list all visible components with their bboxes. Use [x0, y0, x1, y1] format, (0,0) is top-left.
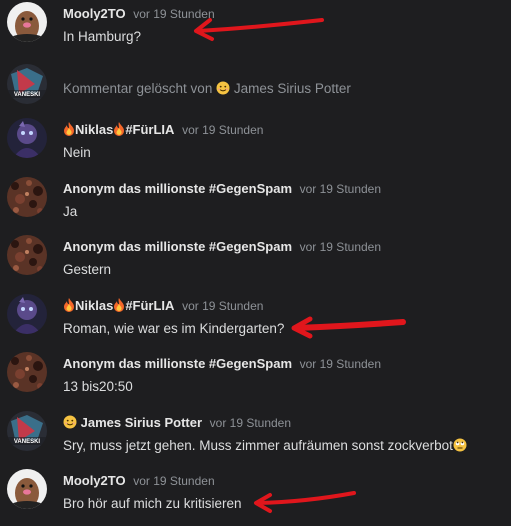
comment-author[interactable]: Anonym das millionste #GegenSpam — [63, 239, 292, 254]
comment-item: Anonym das millionste #GegenSpam vor 19 … — [0, 175, 511, 231]
comment-header: Anonym das millionste #GegenSpam vor 19 … — [63, 180, 381, 198]
comment-item: Anonym das millionste #GegenSpam vor 19 … — [0, 350, 511, 406]
comment-header: Mooly2TO vor 19 Stunden — [63, 472, 215, 490]
comment-timestamp: vor 19 Stunden — [182, 299, 264, 313]
comment-author[interactable]: Anonym das millionste #GegenSpam — [63, 181, 292, 196]
comment-text: 13 bis20:50 — [63, 379, 133, 394]
comment-header: Niklas #FürLIA vor 19 Stunden — [63, 297, 263, 317]
avatar-label: VANESKI — [14, 439, 41, 445]
comment-item: Anonym das millionste #GegenSpam vor 19 … — [0, 233, 511, 289]
comment-text: Ja — [63, 204, 78, 219]
comment-header: James Sirius Potter vor 19 Stunden — [63, 414, 291, 434]
avatar-vaneski[interactable]: VANESKI — [7, 64, 47, 104]
comment-timestamp: vor 19 Stunden — [133, 7, 215, 21]
comment-item-deleted: VANESKI Kommentar gelöscht von James Sir… — [0, 62, 511, 118]
comment-text: Nein — [63, 145, 91, 160]
comment-timestamp: vor 19 Stunden — [299, 182, 382, 196]
deleted-comment-notice: Kommentar gelöscht von James Sirius Pott… — [63, 79, 351, 101]
avatar-niklas[interactable] — [7, 118, 47, 158]
smiling-emoji-icon — [216, 81, 230, 101]
comment-feed: Mooly2TO vor 19 Stunden In Hamburg? VANE… — [0, 0, 511, 526]
comment-author[interactable]: Mooly2TO — [63, 473, 126, 488]
avatar-mooly[interactable] — [7, 469, 47, 509]
avatar-anonym[interactable] — [7, 352, 47, 392]
comment-text: Bro hör auf mich zu kritisieren — [63, 496, 242, 511]
avatar-niklas[interactable] — [7, 294, 47, 334]
comment-author[interactable]: Niklas — [75, 122, 113, 137]
comment-text: Roman, wie war es im Kindergarten? — [63, 321, 285, 336]
comment-item: Mooly2TO vor 19 Stunden Bro hör auf mich… — [0, 467, 511, 523]
fire-icon — [113, 122, 125, 141]
comment-header: Anonym das millionste #GegenSpam vor 19 … — [63, 238, 381, 256]
avatar-label: VANESKI — [14, 92, 41, 98]
comment-timestamp: vor 19 Stunden — [182, 123, 264, 137]
comment-header: Mooly2TO vor 19 Stunden — [63, 5, 215, 23]
fire-icon — [63, 298, 75, 317]
comment-item: Niklas #FürLIA vor 19 Stunden Nein — [0, 116, 511, 172]
eye-roll-emoji-icon — [453, 438, 467, 458]
fire-icon — [63, 122, 75, 141]
smiling-emoji-icon — [63, 415, 77, 434]
avatar-mooly[interactable] — [7, 2, 47, 42]
avatar-anonym[interactable] — [7, 177, 47, 217]
deleted-by-user[interactable]: James Sirius Potter — [234, 81, 351, 96]
comment-author-suffix[interactable]: #FürLIA — [125, 298, 174, 313]
comment-header: Anonym das millionste #GegenSpam vor 19 … — [63, 355, 381, 373]
comment-text-container: Sry, muss jetzt gehen. Muss zimmer aufrä… — [63, 436, 467, 458]
comment-text: Gestern — [63, 262, 112, 277]
deleted-prefix: Kommentar gelöscht von — [63, 81, 213, 96]
comment-timestamp: vor 19 Stunden — [299, 357, 382, 371]
comment-timestamp: vor 19 Stunden — [133, 474, 215, 488]
avatar-anonym[interactable] — [7, 235, 47, 275]
comment-author[interactable]: James Sirius Potter — [81, 415, 202, 430]
comment-timestamp: vor 19 Stunden — [209, 416, 292, 430]
avatar-vaneski[interactable]: VANESKI — [7, 411, 47, 451]
comment-item: Mooly2TO vor 19 Stunden In Hamburg? — [0, 0, 511, 56]
comment-item: VANESKI James Sirius Potter vor 19 Stund… — [0, 409, 511, 465]
comment-author-suffix[interactable]: #FürLIA — [125, 122, 174, 137]
comment-text: In Hamburg? — [63, 29, 142, 44]
comment-header: Niklas #FürLIA vor 19 Stunden — [63, 121, 263, 141]
comment-author[interactable]: Niklas — [75, 298, 113, 313]
comment-item: Niklas #FürLIA vor 19 Stunden Roman, wie… — [0, 292, 511, 348]
comment-timestamp: vor 19 Stunden — [299, 240, 382, 254]
comment-text: Sry, muss jetzt gehen. Muss zimmer aufrä… — [63, 438, 453, 453]
comment-author[interactable]: Mooly2TO — [63, 6, 126, 21]
fire-icon — [113, 298, 125, 317]
comment-author[interactable]: Anonym das millionste #GegenSpam — [63, 356, 292, 371]
